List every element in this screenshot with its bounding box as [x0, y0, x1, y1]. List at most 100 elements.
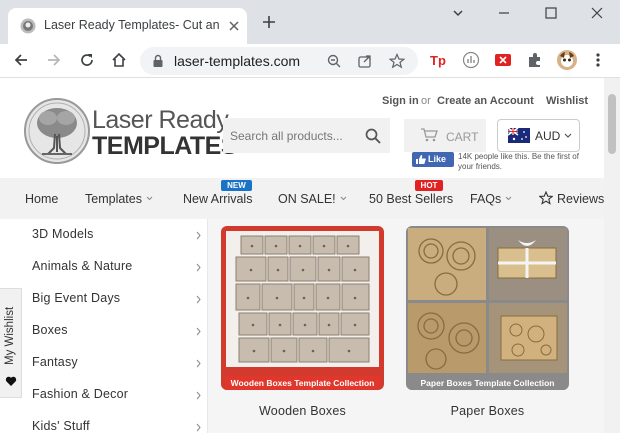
zoom-icon[interactable] [326, 53, 342, 69]
chevron-right-icon [196, 295, 201, 304]
close-window-icon[interactable] [589, 5, 605, 21]
tab-search-icon[interactable] [450, 5, 466, 21]
category-label: Kids' Stuff [32, 419, 90, 433]
chevron-right-icon [196, 263, 201, 272]
product-caption: Wooden Boxes Template Collection [225, 376, 380, 390]
chevron-right-icon [196, 231, 201, 240]
chevron-down-icon [146, 196, 153, 201]
close-tab-icon[interactable] [226, 18, 242, 34]
nav-home[interactable]: Home [25, 192, 58, 206]
nav-on-sale[interactable]: ON SALE! [278, 192, 347, 206]
facebook-like-button[interactable]: Like [412, 152, 454, 167]
currency-label: AUD [535, 129, 561, 143]
chevron-down-icon [564, 133, 572, 138]
nav-faqs-label: FAQs [470, 192, 502, 206]
red-x-extension-icon[interactable] [494, 51, 512, 69]
lock-icon[interactable] [152, 54, 164, 68]
paper-boxes-image[interactable]: Paper Boxes Template Collection [406, 226, 569, 390]
chevron-down-icon [340, 196, 347, 201]
tree-logo-icon [24, 98, 90, 164]
chevron-right-icon [196, 327, 201, 336]
product-card-paper-boxes[interactable]: Paper Boxes Template Collection Paper Bo… [406, 226, 569, 433]
australia-flag-icon [508, 128, 530, 143]
wooden-boxes-image[interactable]: Wooden Boxes Template Collection [221, 226, 384, 390]
maximize-icon[interactable] [543, 5, 559, 21]
logo-text-line2: TEMPLATES [92, 132, 238, 160]
main-nav: Home Templates NEW New Arrivals ON SALE!… [0, 178, 604, 219]
tp-extension-icon[interactable]: Tp [429, 51, 447, 69]
logo-text-line1: Laser Ready [92, 106, 229, 134]
category-item[interactable]: Fashion & Decor [22, 379, 208, 411]
facebook-like-count: 14K people like this. Be the first of yo… [458, 152, 579, 171]
hot-badge: HOT [415, 180, 443, 191]
product-name[interactable]: Wooden Boxes [221, 404, 384, 418]
scrollbar-thumb[interactable] [608, 94, 616, 154]
category-item[interactable]: Big Event Days [22, 283, 208, 315]
site-logo[interactable]: Laser Ready TEMPLATES [24, 96, 238, 166]
search-icon[interactable] [365, 128, 381, 144]
svg-text:Tp: Tp [430, 53, 446, 68]
nav-new-arrivals-label: New Arrivals [183, 192, 253, 206]
minimize-icon[interactable] [496, 5, 512, 21]
stats-extension-icon[interactable] [462, 51, 480, 69]
page-scrollbar[interactable] [604, 78, 620, 433]
browser-tab[interactable]: Laser Ready Templates- Cut and Engrave [8, 8, 247, 44]
nav-reviews[interactable]: Reviews [557, 192, 604, 206]
bookmark-star-icon[interactable] [389, 53, 405, 69]
product-card-wooden-boxes[interactable]: Wooden Boxes Template Collection Wooden … [221, 226, 384, 433]
category-item[interactable]: Boxes [22, 315, 208, 347]
wishlist-link[interactable]: Wishlist [546, 95, 588, 107]
nav-best-sellers-label: 50 Best Sellers [369, 192, 454, 206]
wooden-boxes-photo [221, 226, 384, 390]
forward-arrow-icon[interactable] [45, 51, 63, 69]
thumbs-up-icon [416, 155, 426, 164]
site-favicon-icon [20, 18, 36, 34]
browser-toolbar: laser-templates.com Tp [0, 44, 620, 78]
menu-kebab-icon[interactable] [589, 51, 607, 69]
category-label: Fantasy [32, 355, 78, 369]
new-badge: NEW [221, 180, 252, 191]
chevron-down-icon [505, 196, 512, 201]
category-sidebar: 3D Models Animals & Nature Big Event Day… [22, 219, 208, 433]
address-bar[interactable]: laser-templates.com [140, 47, 418, 75]
nav-templates-label: Templates [85, 192, 142, 206]
category-item[interactable]: Fantasy [22, 347, 208, 379]
profile-avatar[interactable] [557, 50, 577, 70]
product-name[interactable]: Paper Boxes [406, 404, 569, 418]
chevron-right-icon [196, 423, 201, 432]
reload-icon[interactable] [78, 51, 96, 69]
currency-selector[interactable]: AUD [497, 119, 580, 152]
facebook-like-label: Like [428, 154, 447, 164]
extensions-puzzle-icon[interactable] [526, 51, 544, 69]
category-label: Animals & Nature [32, 259, 133, 273]
search-input[interactable] [230, 127, 360, 145]
product-search [223, 118, 390, 153]
home-icon[interactable] [110, 51, 128, 69]
back-arrow-icon[interactable] [12, 51, 30, 69]
nav-templates[interactable]: Templates [85, 192, 153, 206]
category-item[interactable]: Kids' Stuff [22, 411, 208, 433]
my-wishlist-label: My Wishlist [4, 306, 16, 365]
share-icon[interactable] [357, 53, 373, 69]
create-account-link[interactable]: Create an Account [437, 95, 534, 107]
my-wishlist-tab[interactable]: My Wishlist [0, 288, 22, 398]
or-text: or [421, 95, 431, 107]
category-item[interactable]: Animals & Nature [22, 251, 208, 283]
nav-new-arrivals[interactable]: New Arrivals [183, 192, 252, 206]
chevron-right-icon [196, 391, 201, 400]
heart-icon [5, 376, 17, 386]
url-text[interactable]: laser-templates.com [174, 53, 300, 69]
product-grid: Wooden Boxes Template Collection Wooden … [208, 219, 604, 433]
category-label: Fashion & Decor [32, 387, 129, 401]
cart-icon [421, 128, 438, 142]
category-item[interactable]: 3D Models [22, 219, 208, 251]
nav-best-sellers[interactable]: 50 Best Sellers [369, 192, 453, 206]
tab-title: Laser Ready Templates- Cut and Engrave [44, 18, 220, 32]
sign-in-link[interactable]: Sign in [382, 95, 419, 107]
new-tab-icon[interactable] [261, 14, 277, 30]
nav-reviews-label: Reviews [557, 192, 604, 206]
cart-button[interactable]: CART [404, 119, 486, 152]
nav-faqs[interactable]: FAQs [470, 192, 512, 206]
product-caption: Paper Boxes Template Collection [410, 376, 565, 390]
category-label: Boxes [32, 323, 68, 337]
